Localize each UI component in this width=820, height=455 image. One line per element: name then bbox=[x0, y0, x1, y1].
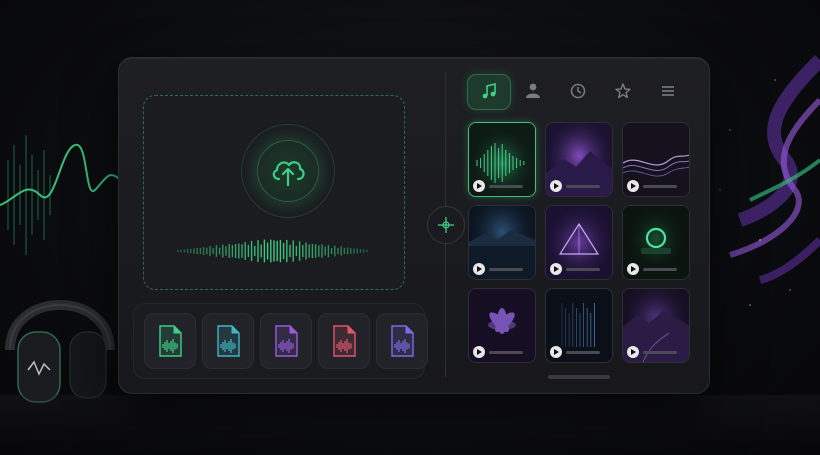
file-chip[interactable] bbox=[202, 313, 254, 369]
tab-menu[interactable] bbox=[647, 74, 689, 108]
background-aurora bbox=[719, 55, 820, 306]
cloud-upload-icon bbox=[272, 161, 305, 187]
star-icon bbox=[615, 83, 631, 99]
media-card-purple-lotus[interactable] bbox=[468, 288, 536, 363]
audio-file-icon bbox=[159, 325, 182, 357]
tab-music-note[interactable] bbox=[467, 74, 511, 110]
file-chip[interactable] bbox=[260, 313, 312, 369]
menu-icon bbox=[662, 86, 674, 96]
audio-file-icon bbox=[391, 325, 414, 357]
play-icon[interactable] bbox=[627, 346, 639, 358]
resize-handle[interactable] bbox=[427, 206, 465, 244]
file-chip[interactable] bbox=[376, 313, 428, 369]
drop-zone-waveform bbox=[177, 239, 368, 263]
card-progress-bar bbox=[643, 268, 677, 271]
drop-zone[interactable] bbox=[143, 95, 405, 290]
audio-file-icon bbox=[333, 325, 356, 357]
tab-clock[interactable] bbox=[557, 74, 599, 108]
play-icon[interactable] bbox=[473, 180, 485, 192]
card-progress-bar bbox=[643, 185, 677, 188]
play-icon[interactable] bbox=[550, 263, 562, 275]
upload-button[interactable] bbox=[241, 124, 335, 218]
play-icon[interactable] bbox=[550, 180, 562, 192]
floor-reflection bbox=[0, 395, 820, 455]
media-card-green-waveform[interactable] bbox=[468, 122, 536, 197]
headphones-illustration bbox=[5, 300, 115, 403]
play-icon[interactable] bbox=[550, 346, 562, 358]
media-card-purple-mountains[interactable] bbox=[545, 122, 613, 197]
file-chip[interactable] bbox=[144, 313, 196, 369]
crosshair-icon bbox=[438, 217, 454, 233]
play-icon[interactable] bbox=[627, 263, 639, 275]
scrollbar[interactable] bbox=[548, 375, 610, 379]
tab-user[interactable] bbox=[512, 74, 554, 108]
play-icon[interactable] bbox=[627, 180, 639, 192]
category-tabs bbox=[467, 74, 693, 110]
media-card-blue-lake[interactable] bbox=[468, 205, 536, 280]
media-card-purple-pyramid[interactable] bbox=[545, 205, 613, 280]
background-waveform bbox=[0, 135, 130, 255]
tab-star[interactable] bbox=[602, 74, 644, 108]
card-progress-bar bbox=[643, 351, 677, 354]
card-progress-bar bbox=[489, 268, 523, 271]
uploader-panel bbox=[118, 57, 710, 394]
audio-file-icon bbox=[217, 325, 240, 357]
clock-icon bbox=[570, 83, 586, 99]
media-card-green-ring[interactable] bbox=[622, 205, 690, 280]
card-progress-bar bbox=[489, 185, 523, 188]
music-note-icon bbox=[482, 83, 496, 99]
file-chip[interactable] bbox=[318, 313, 370, 369]
media-card-purple-valley[interactable] bbox=[622, 288, 690, 363]
card-progress-bar bbox=[566, 268, 600, 271]
card-progress-bar bbox=[566, 351, 600, 354]
audio-file-icon bbox=[275, 325, 298, 357]
media-card-blue-light-beams[interactable] bbox=[545, 288, 613, 363]
user-icon bbox=[526, 83, 540, 98]
card-progress-bar bbox=[489, 351, 523, 354]
play-icon[interactable] bbox=[473, 263, 485, 275]
play-icon[interactable] bbox=[473, 346, 485, 358]
file-tray bbox=[133, 303, 428, 379]
media-card-violet-waves[interactable] bbox=[622, 122, 690, 197]
card-progress-bar bbox=[566, 185, 600, 188]
